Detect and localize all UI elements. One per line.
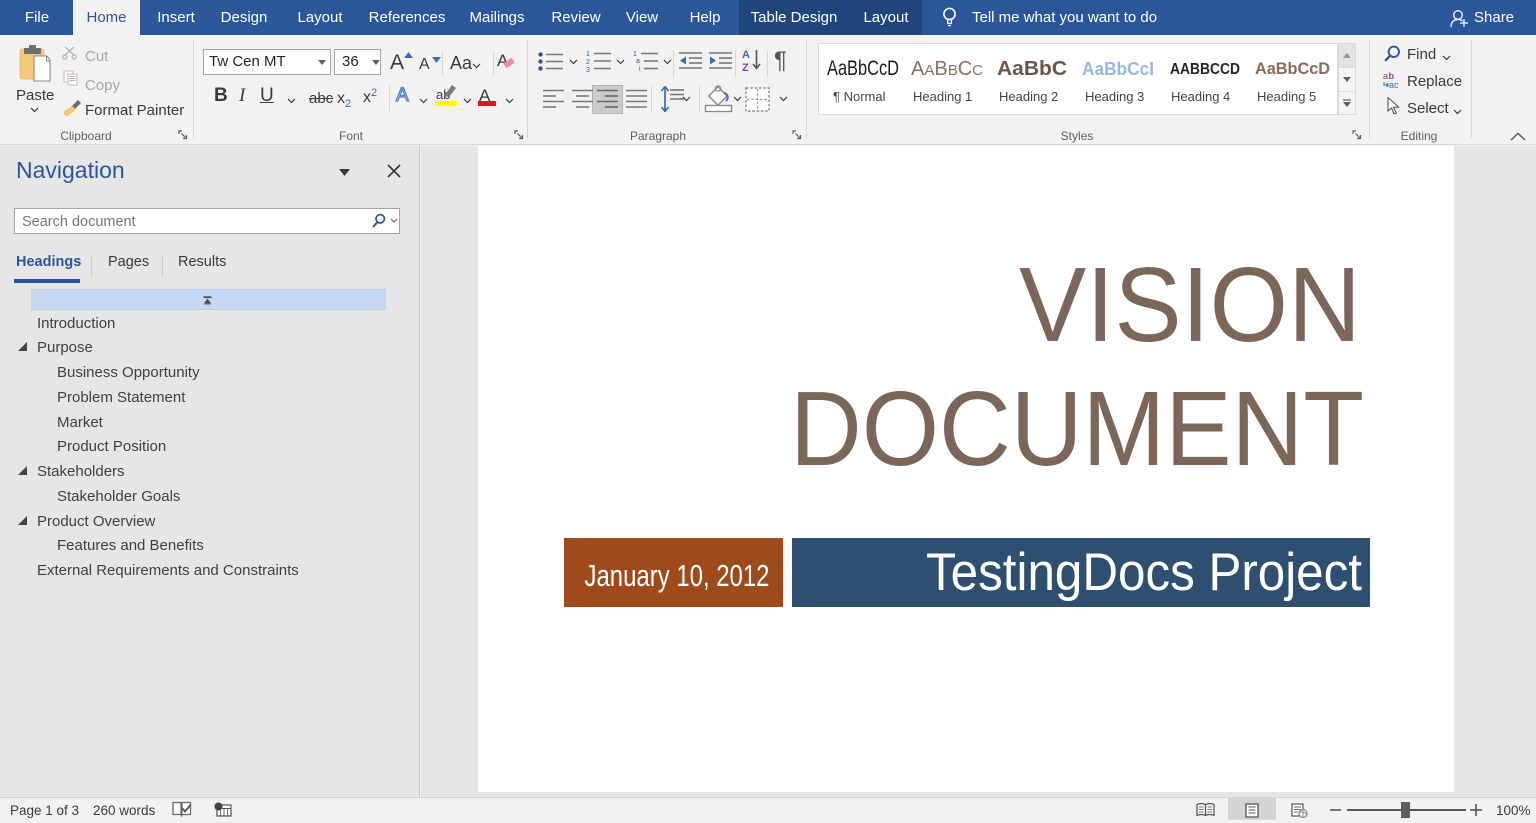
svg-text:January 10, 2012: January 10, 2012 [585,558,770,593]
svg-text:a: a [1383,71,1388,81]
svg-text:1: 1 [586,51,590,58]
svg-text:DOCUMENT: DOCUMENT [790,370,1364,488]
svg-text:VISION: VISION [1019,246,1361,364]
svg-text:Z: Z [742,62,749,72]
svg-text:a: a [636,58,640,65]
svg-text:A: A [742,49,750,61]
svg-text:AaBbCcD: AaBbCcD [827,57,899,80]
svg-text:2: 2 [586,59,590,66]
svg-text:AaBbC: AaBbC [997,58,1067,80]
svg-text:AABBCCD: AABBCCD [1170,61,1240,78]
svg-text:AABBCC: AABBCC [911,58,983,80]
svg-text:TestingDocs Project: TestingDocs Project [926,543,1362,602]
svg-text:AaBbCcI: AaBbCcI [1082,58,1154,79]
svg-text:ac: ac [1389,80,1399,89]
svg-text:1: 1 [633,51,637,58]
svg-text:3: 3 [586,67,590,72]
svg-text:AaBbCcD: AaBbCcD [1255,59,1330,78]
svg-text:i: i [639,66,641,72]
